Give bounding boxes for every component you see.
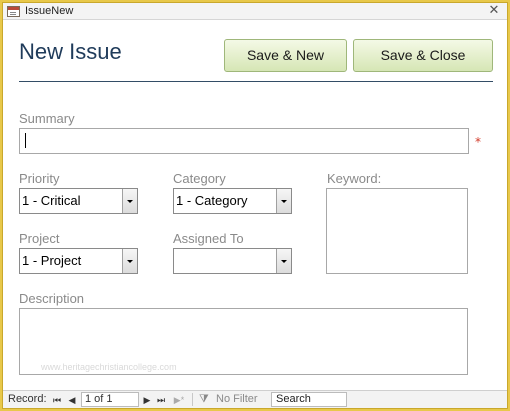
filter-icon[interactable]: ⧩ [199, 393, 213, 406]
issue-new-window: IssueNew ✕ New Issue Save & New Save & C… [2, 2, 508, 409]
filter-status[interactable]: No Filter [216, 393, 258, 405]
window-title: IssueNew [25, 5, 74, 17]
save-close-button[interactable]: Save & Close [353, 39, 493, 72]
category-select[interactable]: 1 - Category [173, 188, 292, 214]
nav-separator [192, 393, 193, 406]
keyword-input[interactable] [326, 188, 468, 274]
chevron-down-icon[interactable] [276, 249, 291, 273]
last-record-icon[interactable]: ⏭ [155, 394, 167, 406]
priority-value: 1 - Critical [22, 193, 81, 208]
search-input[interactable]: Search [271, 392, 347, 407]
chevron-down-icon[interactable] [122, 249, 137, 273]
summary-input[interactable] [19, 128, 469, 154]
watermark-text: www.heritagechristiancollege.com [41, 362, 177, 372]
save-new-button[interactable]: Save & New [224, 39, 347, 72]
category-value: 1 - Category [176, 193, 248, 208]
assigned-to-select[interactable] [173, 248, 292, 274]
priority-label: Priority [19, 171, 60, 186]
required-marker: * [475, 135, 481, 149]
new-record-icon[interactable]: ▶* [171, 394, 187, 406]
keyword-label: Keyword: [327, 171, 382, 186]
text-cursor [25, 133, 26, 148]
close-icon[interactable]: ✕ [487, 3, 501, 18]
assigned-to-label: Assigned To [173, 231, 244, 246]
next-record-icon[interactable]: ▶ [141, 394, 153, 406]
category-label: Category [173, 171, 226, 186]
first-record-icon[interactable]: ⏮ [51, 394, 63, 406]
summary-label: Summary [19, 111, 75, 126]
project-label: Project [19, 231, 60, 246]
record-position-input[interactable]: 1 of 1 [81, 392, 139, 407]
title-bar: IssueNew ✕ [3, 3, 507, 20]
header-divider [19, 81, 493, 82]
description-label: Description [19, 291, 85, 306]
form-icon [7, 6, 20, 17]
project-value: 1 - Project [22, 253, 82, 268]
page-title: New Issue [19, 39, 122, 64]
chevron-down-icon[interactable] [276, 189, 291, 213]
previous-record-icon[interactable]: ◀ [66, 394, 78, 406]
record-navigation-bar: Record: ⏮ ◀ 1 of 1 ▶ ⏭ ▶* ⧩ No Filter Se… [3, 390, 507, 408]
priority-select[interactable]: 1 - Critical [19, 188, 138, 214]
project-select[interactable]: 1 - Project [19, 248, 138, 274]
chevron-down-icon[interactable] [122, 189, 137, 213]
record-label: Record: [8, 393, 47, 405]
